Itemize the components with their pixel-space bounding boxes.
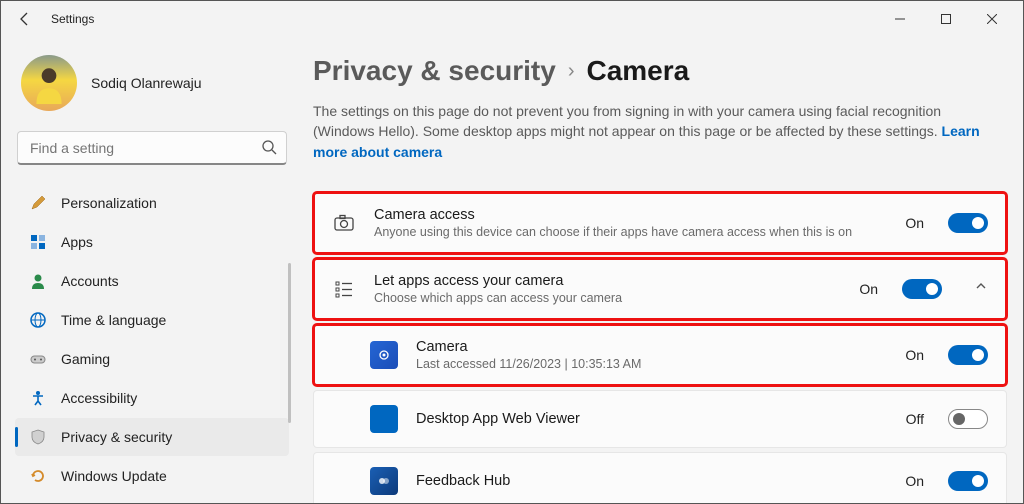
toggle-state-label: On	[905, 473, 924, 489]
camera-app-icon	[370, 341, 398, 369]
minimize-button[interactable]	[877, 3, 923, 35]
camera-access-toggle[interactable]	[948, 213, 988, 233]
toggle-state-label: On	[859, 281, 878, 297]
camera-app-toggle[interactable]	[948, 345, 988, 365]
sidebar-item-label: Apps	[61, 234, 93, 250]
brush-icon	[29, 194, 47, 212]
setting-subtitle: Anyone using this device can choose if t…	[374, 225, 887, 239]
sidebar-item-label: Windows Update	[61, 468, 167, 484]
window-title: Settings	[51, 12, 94, 26]
back-button[interactable]	[9, 3, 41, 35]
apps-icon	[29, 233, 47, 251]
search-icon	[261, 139, 277, 160]
app-title: Desktop App Web Viewer	[416, 411, 888, 427]
shield-icon	[29, 428, 47, 446]
app-row-desktop-web-viewer: Desktop App Web Viewer Off	[313, 390, 1007, 448]
sidebar-item-label: Time & language	[61, 312, 166, 328]
sidebar-item-accounts[interactable]: Accounts	[15, 262, 289, 300]
feedback-hub-toggle[interactable]	[948, 471, 988, 491]
sidebar-item-privacy-security[interactable]: Privacy & security	[15, 418, 289, 456]
app-title: Camera	[416, 339, 887, 355]
breadcrumb-parent[interactable]: Privacy & security	[313, 55, 556, 87]
search-input[interactable]	[17, 131, 287, 165]
page-description: The settings on this page do not prevent…	[313, 101, 993, 162]
update-icon	[29, 467, 47, 485]
desktop-app-toggle[interactable]	[948, 409, 988, 429]
breadcrumb: Privacy & security › Camera	[313, 55, 1007, 87]
feedback-hub-icon	[370, 467, 398, 495]
globe-icon	[29, 311, 47, 329]
username: Sodiq Olanrewaju	[91, 75, 202, 91]
setting-title: Camera access	[374, 207, 887, 223]
app-row-feedback-hub: Feedback Hub On	[313, 452, 1007, 503]
person-icon	[29, 272, 47, 290]
sidebar-item-label: Privacy & security	[61, 429, 172, 445]
maximize-button[interactable]	[923, 3, 969, 35]
sidebar-item-label: Personalization	[61, 195, 157, 211]
gamepad-icon	[29, 350, 47, 368]
toggle-state-label: Off	[906, 411, 924, 427]
app-subtitle: Last accessed 11/26/2023 | 10:35:13 AM	[416, 357, 887, 371]
page-title: Camera	[586, 55, 689, 87]
accessibility-icon	[29, 389, 47, 407]
sidebar-item-time-language[interactable]: Time & language	[15, 301, 289, 339]
toggle-state-label: On	[905, 215, 924, 231]
sidebar-item-apps[interactable]: Apps	[15, 223, 289, 261]
sidebar-item-label: Accessibility	[61, 390, 137, 406]
close-button[interactable]	[969, 3, 1015, 35]
let-apps-toggle[interactable]	[902, 279, 942, 299]
list-icon	[332, 278, 356, 300]
setting-row-camera-access: Camera access Anyone using this device c…	[313, 192, 1007, 254]
setting-title: Let apps access your camera	[374, 273, 841, 289]
sidebar-item-personalization[interactable]: Personalization	[15, 184, 289, 222]
setting-subtitle: Choose which apps can access your camera	[374, 291, 841, 305]
camera-icon	[332, 212, 356, 234]
sidebar-item-gaming[interactable]: Gaming	[15, 340, 289, 378]
chevron-up-icon[interactable]	[974, 279, 988, 298]
sidebar-item-label: Accounts	[61, 273, 119, 289]
chevron-right-icon: ›	[568, 60, 575, 83]
desktop-app-icon	[370, 405, 398, 433]
app-title: Feedback Hub	[416, 473, 887, 489]
nav-scrollbar[interactable]	[288, 263, 291, 423]
avatar	[21, 55, 77, 111]
sidebar-item-windows-update[interactable]: Windows Update	[15, 457, 289, 493]
sidebar-item-accessibility[interactable]: Accessibility	[15, 379, 289, 417]
setting-row-let-apps[interactable]: Let apps access your camera Choose which…	[313, 258, 1007, 320]
toggle-state-label: On	[905, 347, 924, 363]
sidebar-item-label: Gaming	[61, 351, 110, 367]
user-profile[interactable]: Sodiq Olanrewaju	[11, 47, 293, 119]
app-row-camera: Camera Last accessed 11/26/2023 | 10:35:…	[313, 324, 1007, 386]
